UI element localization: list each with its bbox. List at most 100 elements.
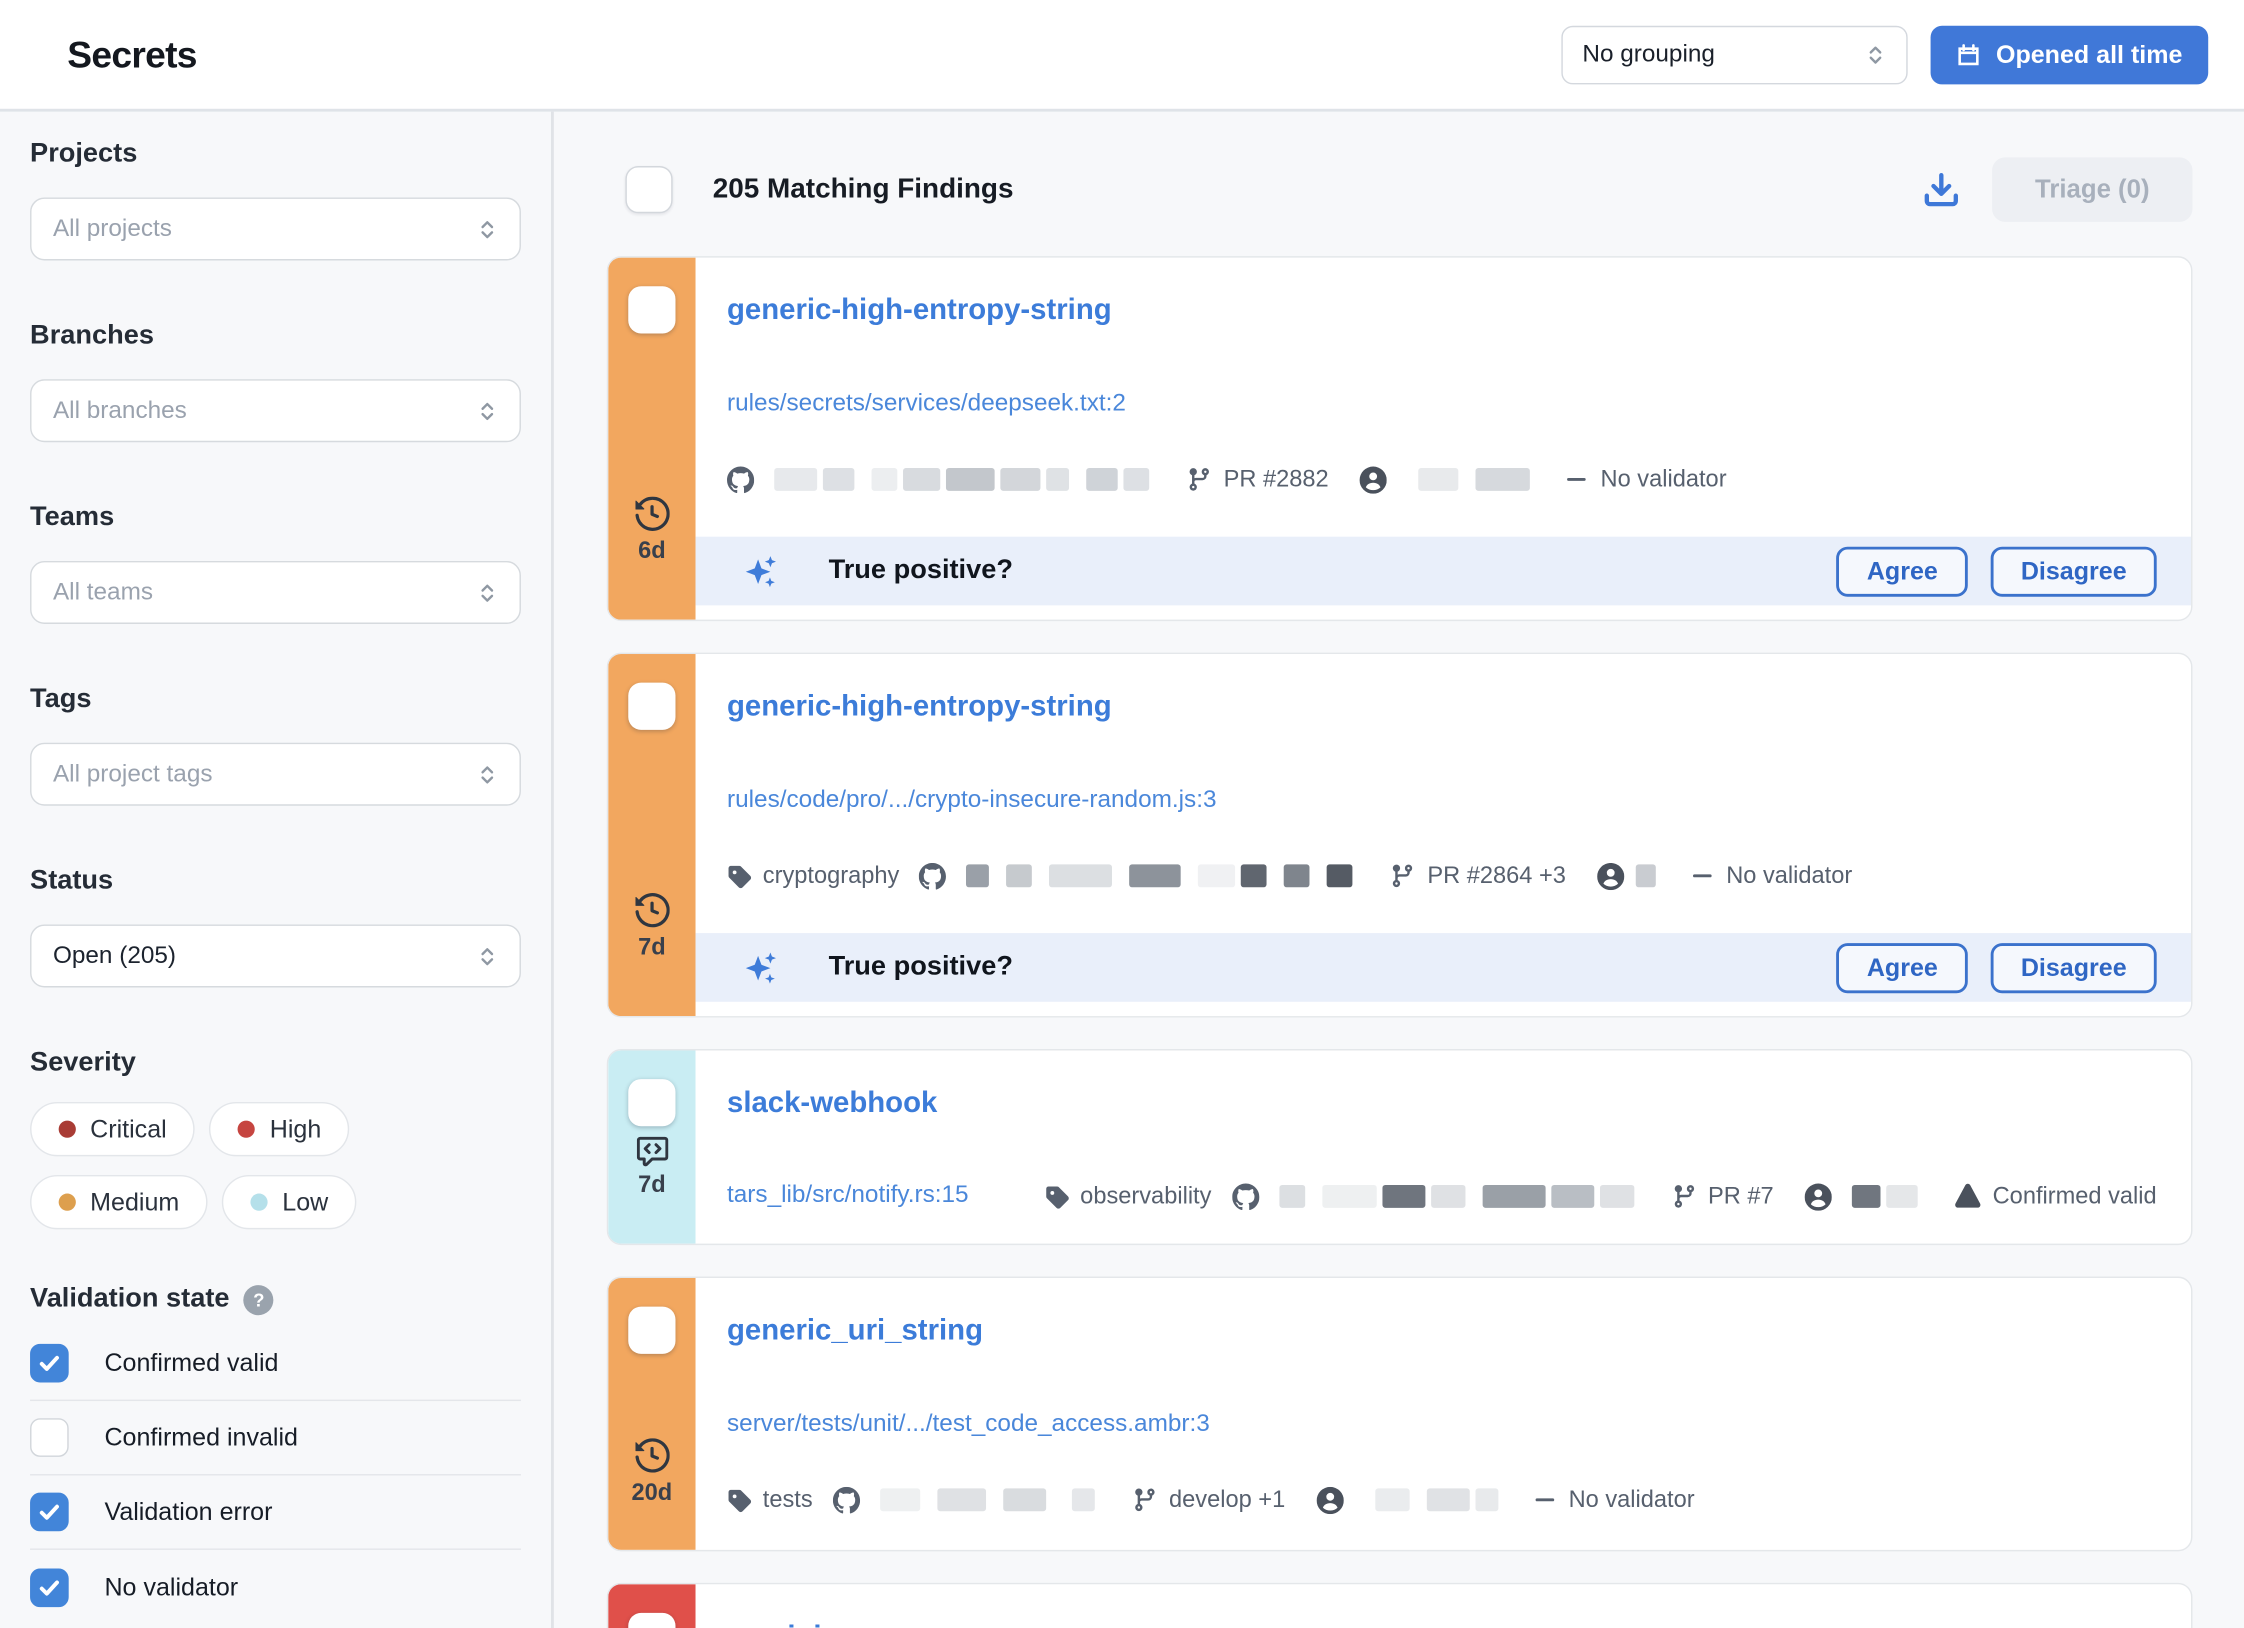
severity-pill-high[interactable]: High (210, 1102, 350, 1156)
redacted-block (1284, 864, 1310, 887)
checkbox-checked[interactable] (30, 1568, 69, 1607)
redacted-block (872, 468, 898, 491)
agree-button[interactable]: Agree (1837, 546, 1968, 596)
redacted-block (1072, 1488, 1095, 1511)
low-dot-icon (251, 1194, 268, 1211)
redacted-block (903, 468, 940, 491)
redacted-block (1198, 864, 1235, 887)
checkbox-checked[interactable] (30, 1493, 69, 1532)
severity-strip (608, 1584, 695, 1628)
severity-pill-medium[interactable]: Medium (30, 1175, 208, 1229)
validator-status: No validator (1726, 859, 1852, 893)
branch-label[interactable]: develop +1 (1169, 1483, 1285, 1517)
redacted-block (1430, 1185, 1464, 1208)
finding-rule-link[interactable]: generic-high-entropy-string (727, 690, 1112, 724)
tag-icon (1044, 1184, 1068, 1208)
severity-strip: 7d (608, 1050, 695, 1243)
top-bar: Secrets No grouping Opened all time (0, 0, 2244, 112)
finding-checkbox[interactable] (628, 286, 675, 333)
checkmark-icon (37, 1575, 61, 1599)
finding-meta: PR #2882 No validator (727, 462, 2157, 496)
agree-button[interactable]: Agree (1837, 942, 1968, 992)
sparkles-icon (741, 950, 777, 986)
download-icon[interactable] (1922, 170, 1961, 209)
finding-checkbox[interactable] (628, 1079, 675, 1126)
finding-checkbox[interactable] (628, 1307, 675, 1354)
finding-age: 7d (638, 935, 666, 962)
finding-checkbox[interactable] (628, 1613, 675, 1628)
finding-rule-link[interactable]: slack-webhook (727, 1086, 937, 1120)
checkmark-icon (37, 1500, 61, 1524)
finding-rule-link[interactable]: generic-high-entropy-string (727, 293, 1112, 327)
finding-rule-link[interactable]: generic_uri_string (727, 1314, 983, 1348)
severity-pill-critical[interactable]: Critical (30, 1102, 195, 1156)
finding-rule-link[interactable]: gemini (727, 1620, 822, 1628)
minus-icon (1568, 478, 1587, 482)
redacted-block (1476, 1488, 1499, 1511)
validation-option-confirmed-invalid[interactable]: Confirmed invalid (30, 1401, 521, 1475)
teams-select[interactable]: All teams (30, 561, 521, 624)
redacted-block (1375, 1488, 1409, 1511)
calendar-icon (1956, 42, 1980, 66)
pr-label[interactable]: PR #2864 +3 (1427, 859, 1566, 893)
critical-dot-icon (59, 1121, 76, 1138)
validation-option-confirmed-valid[interactable]: Confirmed valid (30, 1327, 521, 1401)
disagree-button[interactable]: Disagree (1991, 546, 2157, 596)
redacted-block (880, 1488, 920, 1511)
redacted-block (1382, 1185, 1425, 1208)
finding-path-link[interactable]: tars_lib/src/notify.rs:15 (727, 1179, 969, 1210)
finding-path-link[interactable]: rules/code/pro/.../crypto-insecure-rando… (727, 784, 1217, 815)
help-icon[interactable]: ? (244, 1284, 274, 1314)
triage-button[interactable]: Triage (0) (1992, 157, 2192, 221)
branches-select[interactable]: All branches (30, 379, 521, 442)
pr-label[interactable]: PR #7 (1708, 1179, 1774, 1213)
finding-path-link[interactable]: server/tests/unit/.../test_code_access.a… (727, 1408, 1210, 1439)
grouping-select-value: No grouping (1582, 40, 1715, 69)
finding-path-link[interactable]: rules/secrets/services/deepseek.txt:2 (727, 388, 1126, 419)
pr-label[interactable]: PR #2882 (1224, 462, 1329, 496)
redacted-block (1130, 864, 1182, 887)
checkbox-unchecked[interactable] (30, 1418, 69, 1457)
finding-age: 6d (638, 538, 666, 565)
chevron-updown-icon (477, 945, 498, 966)
finding-card: 6d generic-high-entropy-string rules/sec… (607, 256, 2193, 621)
opened-all-time-button[interactable]: Opened all time (1930, 25, 2208, 84)
checkbox-checked[interactable] (30, 1344, 69, 1383)
finding-tag[interactable]: tests (763, 1483, 813, 1517)
validator-status: No validator (1601, 462, 1727, 496)
chevron-updown-icon (477, 400, 498, 421)
finding-tag[interactable]: cryptography (763, 859, 900, 893)
redacted-block (1482, 1185, 1545, 1208)
status-select[interactable]: Open (205) (30, 925, 521, 988)
redacted-block (1000, 468, 1040, 491)
redacted-block (1599, 1185, 1633, 1208)
redacted-block (1852, 1185, 1881, 1208)
redacted-block (1551, 1185, 1594, 1208)
finding-meta: tests develop +1 (727, 1483, 2157, 1517)
grouping-select[interactable]: No grouping (1561, 25, 1907, 84)
redacted-block (1419, 468, 1459, 491)
validation-state-label: Validation state (30, 1284, 229, 1315)
projects-select[interactable]: All projects (30, 197, 521, 260)
redacted-block (1427, 1488, 1470, 1511)
sparkles-icon (741, 553, 777, 589)
disagree-button[interactable]: Disagree (1991, 942, 2157, 992)
chevron-updown-icon (477, 764, 498, 785)
validation-option-no-validator[interactable]: No validator (30, 1550, 521, 1624)
select-all-checkbox[interactable] (625, 166, 672, 213)
findings-count: 205 Matching Findings (713, 173, 1014, 206)
redacted-block (1007, 864, 1033, 887)
redacted-block (1123, 468, 1149, 491)
redacted-block (937, 1488, 986, 1511)
github-icon (919, 862, 946, 889)
tags-select[interactable]: All project tags (30, 743, 521, 806)
redacted-block (823, 468, 854, 491)
finding-tag[interactable]: observability (1080, 1179, 1211, 1213)
severity-pill-low[interactable]: Low (222, 1175, 357, 1229)
finding-checkbox[interactable] (628, 683, 675, 730)
redacted-block (1050, 864, 1113, 887)
chevron-updown-icon (1864, 44, 1885, 65)
git-branch-icon (1671, 1184, 1697, 1210)
validation-option-validation-error[interactable]: Validation error (30, 1475, 521, 1549)
finding-card: 7d slack-webhook tars_lib/src/notify.rs:… (607, 1049, 2193, 1245)
